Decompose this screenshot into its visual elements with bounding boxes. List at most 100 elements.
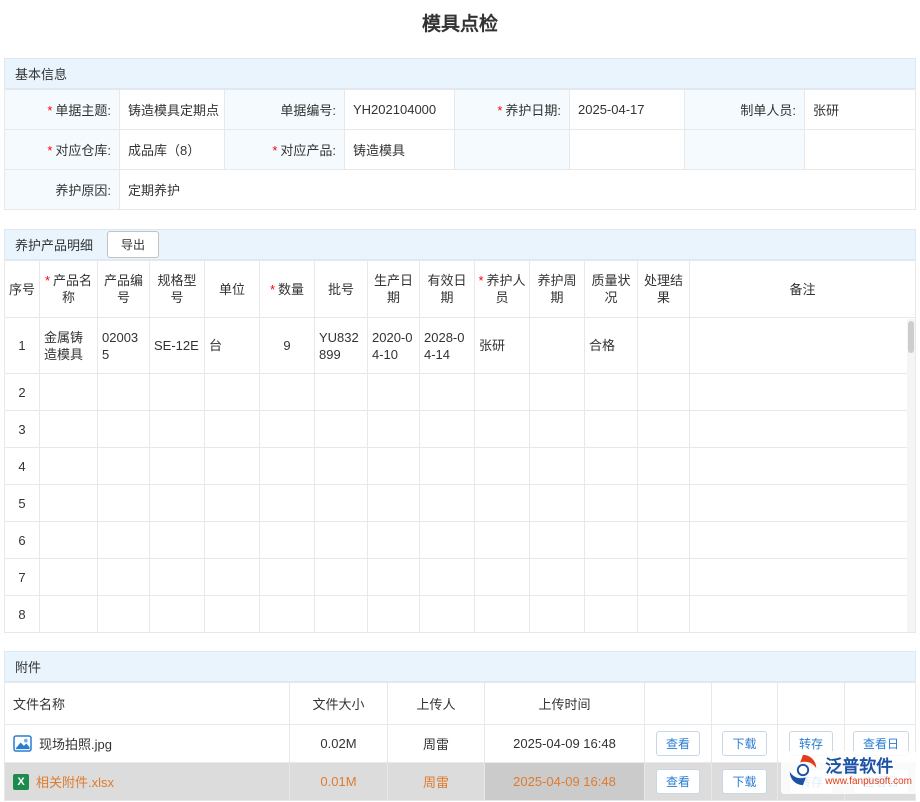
field-label-cell: *单据主题: [5,90,120,130]
required-marker: * [478,273,483,288]
field-label-cell [455,130,570,170]
cell [585,448,638,485]
view-button[interactable]: 查看 [656,731,700,756]
details-table: 序号 *产品名称 产品编号 规格型号 单位 *数量 批号 生产日期 有效日期 *… [4,260,916,633]
column-header: 上传时间 [485,683,645,725]
cell: SE-12E [150,318,205,374]
cell [315,485,368,522]
details-section-header: 养护产品明细 导出 [4,229,916,260]
cell [150,596,205,633]
field-value: 铸造模具定期点 [120,90,225,130]
download-button[interactable]: 下载 [722,731,766,756]
column-header: 产品编号 [98,261,150,318]
table-row: 7 [5,559,916,596]
cell [420,485,475,522]
cell [420,448,475,485]
cell: 5 [5,485,40,522]
cell [40,374,98,411]
cell [98,485,150,522]
cell [205,485,260,522]
field-label: 制单人员: [740,103,796,118]
table-row: 3 [5,411,916,448]
cell [260,374,315,411]
cell [205,411,260,448]
cell [150,485,205,522]
column-header: 养护周期 [530,261,585,318]
cell [690,374,916,411]
cell [530,448,585,485]
table-row: 5 [5,485,916,522]
table-row: 8 [5,596,916,633]
cell [690,522,916,559]
cell: 2028-04-14 [420,318,475,374]
required-marker: * [497,103,502,118]
cell [150,559,205,596]
required-marker: * [272,143,277,158]
cell: 7 [5,559,40,596]
cell [690,559,916,596]
table-header-row: 文件名称 文件大小 上传人 上传时间 [5,683,916,725]
file-name: 现场拍照.jpg [39,737,112,752]
vertical-scrollbar[interactable] [907,319,915,632]
action-cell: 下载 [712,725,778,763]
cell [40,559,98,596]
vendor-name: 泛普软件 [825,757,893,776]
file-size: 0.01M [290,763,388,801]
download-button[interactable]: 下载 [722,769,766,794]
export-button[interactable]: 导出 [107,231,159,258]
attachment-row[interactable]: 现场拍照.jpg 0.02M 周雷 2025-04-09 16:48 查看 下载… [5,725,916,763]
column-header: 有效日期 [420,261,475,318]
field-label: 单据编号: [280,103,336,118]
cell [260,522,315,559]
cell [585,559,638,596]
vendor-watermark: 泛普软件 www.fanpusoft.com [781,751,917,794]
column-header: 质量状况 [585,261,638,318]
cell [420,522,475,559]
field-label-cell: *对应产品: [225,130,345,170]
cell [98,522,150,559]
section-title: 附件 [15,657,41,676]
details-section: 养护产品明细 导出 序号 *产品名称 产品编号 规格型号 单位 *数量 批号 生… [4,229,916,633]
cell [205,522,260,559]
field-label-cell [685,130,805,170]
table-row: 2 [5,374,916,411]
cell: YU832899 [315,318,368,374]
page-title: 模具点检 [0,0,920,50]
cell [368,411,420,448]
field-value: 2025-04-17 [570,90,685,130]
column-header: 备注 [690,261,916,318]
cell [205,374,260,411]
column-header: *数量 [260,261,315,318]
column-header: 规格型号 [150,261,205,318]
cell: 合格 [585,318,638,374]
section-title: 基本信息 [15,64,67,83]
cell [98,448,150,485]
cell [638,411,690,448]
scrollbar-thumb[interactable] [908,321,914,353]
cell [368,448,420,485]
cell [530,559,585,596]
attachment-row[interactable]: X相关附件.xlsx 0.01M 周雷 2025-04-09 16:48 查看 … [5,763,916,801]
cell [260,559,315,596]
column-header [645,683,712,725]
cell [585,522,638,559]
file-name-cell: 现场拍照.jpg [5,725,290,763]
cell [638,374,690,411]
cell: 8 [5,596,40,633]
cell [40,596,98,633]
column-header: 文件名称 [5,683,290,725]
cell: 6 [5,522,40,559]
cell [368,485,420,522]
vendor-url: www.fanpusoft.com [825,776,912,788]
basic-info-section: 基本信息 *单据主题: 铸造模具定期点 单据编号: YH202104000 *养… [4,58,916,210]
required-marker: * [47,103,52,118]
cell [638,485,690,522]
view-button[interactable]: 查看 [656,769,700,794]
uploader: 周雷 [388,725,485,763]
cell [420,596,475,633]
attachments-table: 文件名称 文件大小 上传人 上传时间 现场拍照.jpg 0.02M 周雷 202… [4,682,916,801]
table-header-row: 序号 *产品名称 产品编号 规格型号 单位 *数量 批号 生产日期 有效日期 *… [5,261,916,318]
cell [315,522,368,559]
required-marker: * [47,143,52,158]
column-header [712,683,778,725]
